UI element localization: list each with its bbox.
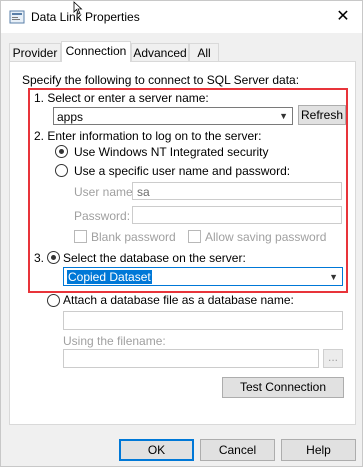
- browse-button[interactable]: ...: [323, 349, 343, 368]
- help-button[interactable]: Help: [281, 439, 356, 461]
- title-bar[interactable]: Data Link Properties ✕: [1, 1, 362, 33]
- tab-connection-label: Connection: [65, 44, 127, 58]
- tab-connection[interactable]: Connection: [61, 41, 131, 62]
- test-connection-label: Test Connection: [239, 380, 327, 394]
- intro-text: Specify the following to connect to SQL …: [22, 73, 300, 87]
- refresh-button-label: Refresh: [300, 108, 344, 122]
- browse-button-label: ...: [327, 350, 338, 364]
- blank-password-checkbox[interactable]: [74, 230, 87, 243]
- step2-label: 2. Enter information to log on to the se…: [34, 129, 262, 143]
- window-title: Data Link Properties: [31, 10, 140, 24]
- tab-advanced-label: Advanced: [133, 46, 187, 60]
- server-name-value: apps: [57, 110, 84, 124]
- tab-advanced[interactable]: Advanced: [131, 43, 189, 61]
- refresh-button[interactable]: Refresh: [298, 105, 346, 125]
- allow-saving-password-label: Allow saving password: [205, 230, 327, 244]
- allow-saving-password-checkbox[interactable]: [188, 230, 201, 243]
- specific-user-label: Use a specific user name and password:: [74, 164, 291, 178]
- specific-user-radio[interactable]: [55, 164, 68, 177]
- attach-database-label: Attach a database file as a database nam…: [63, 293, 294, 307]
- select-database-label: Select the database on the server:: [63, 251, 246, 265]
- filename-field[interactable]: [63, 349, 319, 368]
- ok-button-label: OK: [147, 443, 166, 457]
- chevron-down-icon: ▼: [279, 111, 288, 121]
- data-link-icon: [9, 10, 25, 24]
- tab-provider[interactable]: Provider: [9, 43, 61, 61]
- ok-button[interactable]: OK: [119, 439, 194, 461]
- help-button-label: Help: [306, 443, 331, 457]
- close-button[interactable]: ✕: [331, 6, 355, 28]
- database-value: Copied Dataset: [67, 270, 152, 284]
- password-field[interactable]: [132, 206, 342, 224]
- username-value: sa: [137, 185, 150, 199]
- password-label: Password:: [74, 209, 131, 223]
- nt-security-label: Use Windows NT Integrated security: [74, 145, 269, 159]
- using-filename-label: Using the filename:: [63, 334, 166, 348]
- attach-database-radio[interactable]: [47, 294, 60, 307]
- database-combo[interactable]: Copied Dataset ▼: [63, 267, 343, 286]
- tab-all-label: All: [197, 46, 211, 60]
- attach-database-field[interactable]: [63, 311, 343, 330]
- test-connection-button[interactable]: Test Connection: [222, 377, 344, 398]
- select-database-radio[interactable]: [47, 251, 60, 264]
- nt-security-radio[interactable]: [55, 145, 68, 158]
- tab-all[interactable]: All: [189, 43, 219, 61]
- step3-prefix: 3.: [34, 251, 45, 265]
- server-name-combo[interactable]: apps ▼: [53, 107, 293, 125]
- username-field[interactable]: sa: [132, 182, 342, 200]
- data-link-properties-window: Data Link Properties ✕ Provider Connecti…: [0, 0, 363, 467]
- close-icon: ✕: [336, 8, 350, 25]
- chevron-down-icon: ▼: [329, 272, 338, 282]
- step1-label: 1. Select or enter a server name:: [34, 91, 209, 105]
- database-value-wrap: Copied Dataset: [67, 270, 152, 284]
- blank-password-label: Blank password: [91, 230, 176, 244]
- cancel-button[interactable]: Cancel: [200, 439, 275, 461]
- tab-provider-label: Provider: [12, 46, 58, 60]
- mouse-cursor-icon: [73, 1, 83, 15]
- username-label: User name:: [74, 185, 137, 199]
- cancel-button-label: Cancel: [218, 443, 257, 457]
